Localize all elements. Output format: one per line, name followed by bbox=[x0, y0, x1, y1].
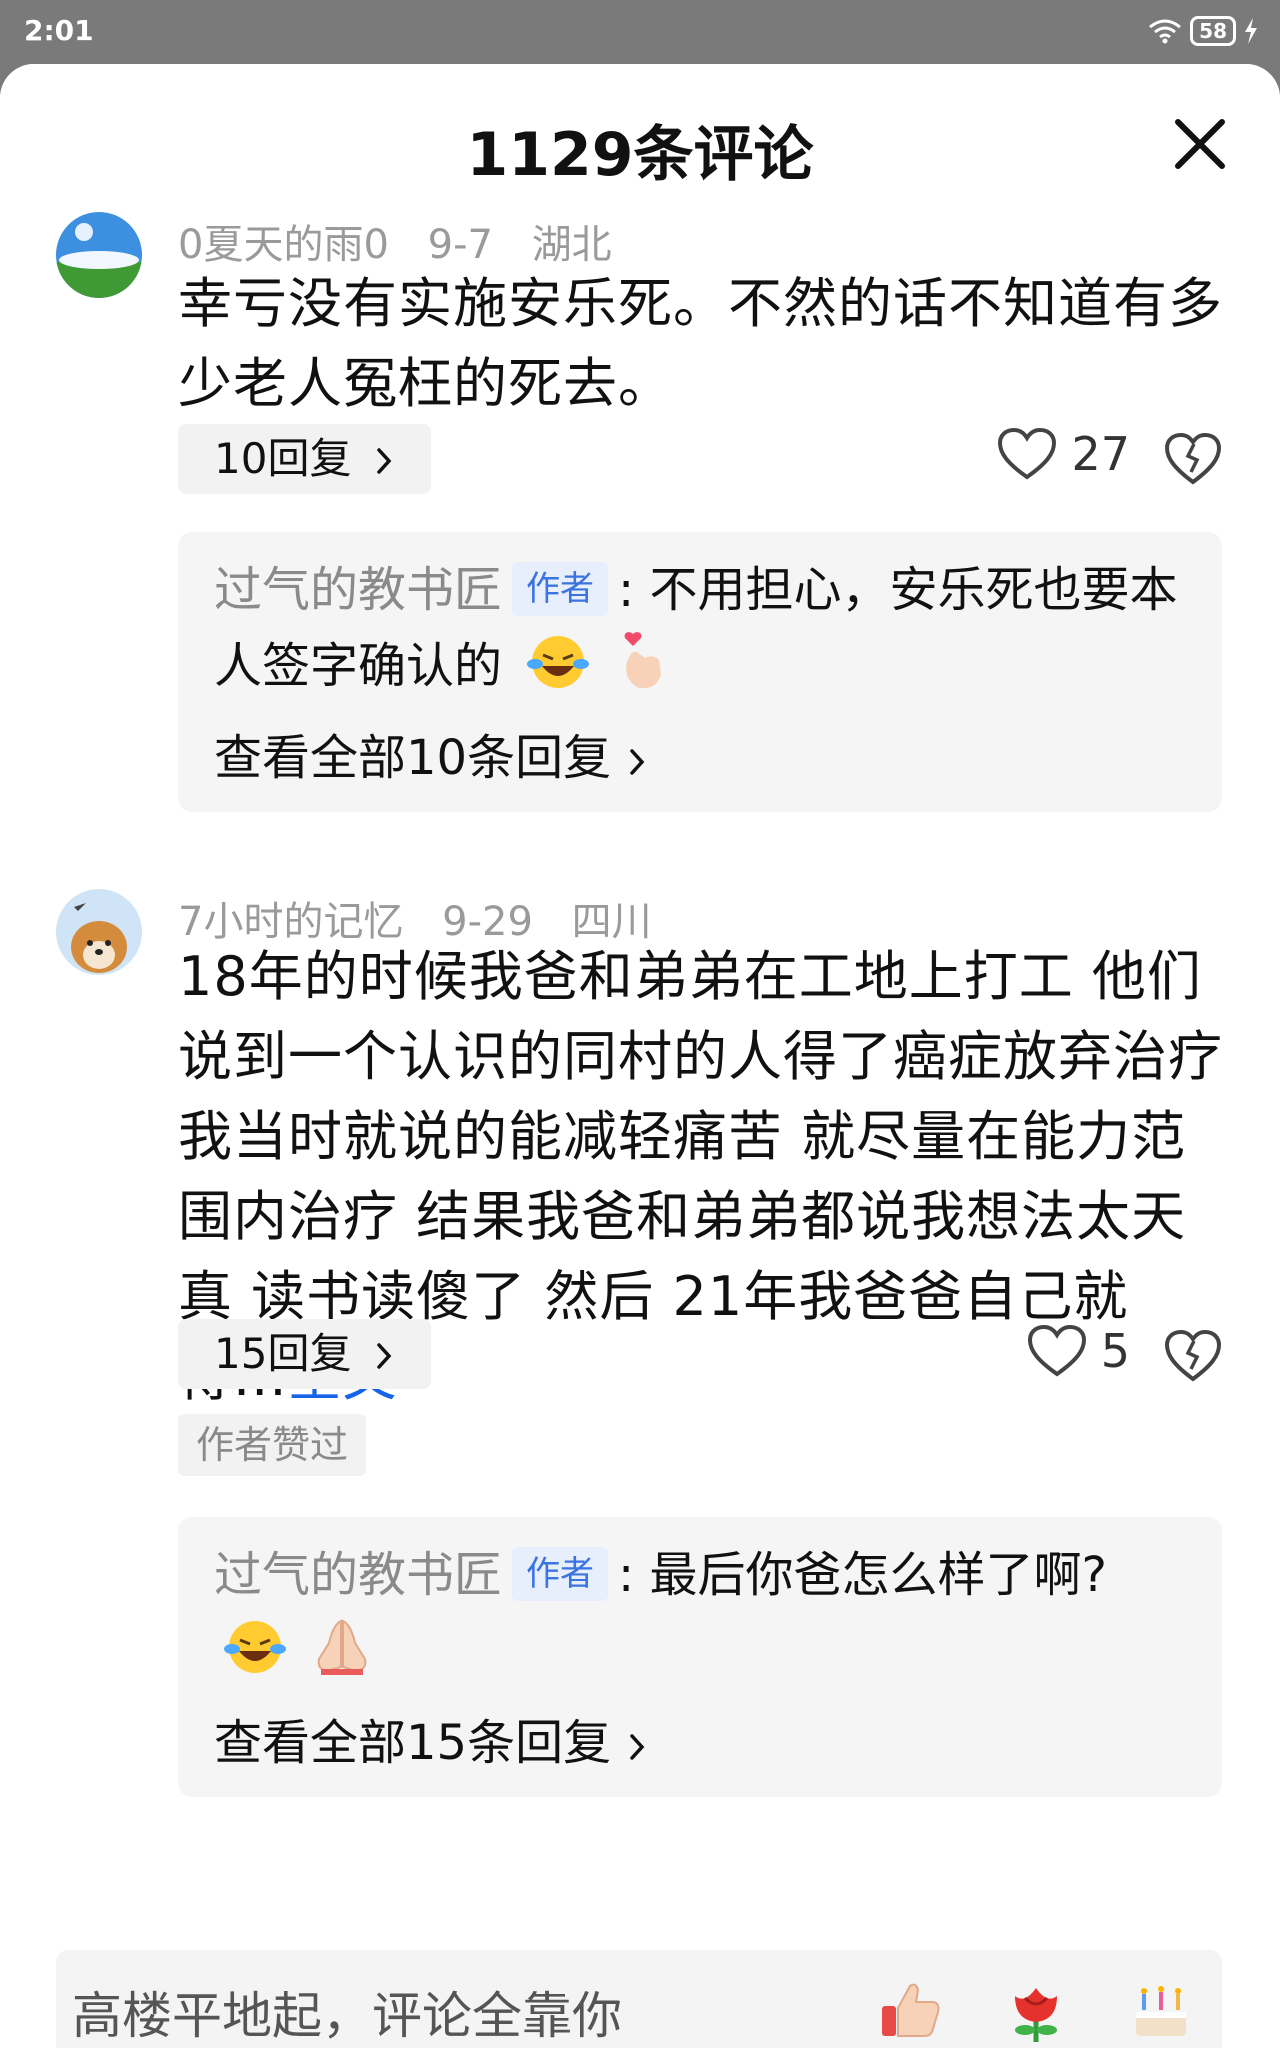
input-placeholder: 高楼平地起，评论全靠你 bbox=[72, 1987, 622, 2045]
chevron-right-icon bbox=[630, 1734, 645, 1760]
laughing-crying-emoji-icon bbox=[527, 636, 590, 688]
avatar-image bbox=[56, 212, 142, 298]
replies-button[interactable]: 15回复 bbox=[178, 1319, 431, 1389]
author-reply-box[interactable]: 过气的教书匠 作者: 最后你爸怎么样了啊? 查看全部15条回复 bbox=[178, 1517, 1222, 1797]
cake-icon[interactable] bbox=[1126, 1974, 1196, 2044]
author-liked-badge: 作者赞过 bbox=[178, 1414, 367, 1476]
broken-heart-icon[interactable] bbox=[1164, 430, 1222, 488]
author-badge: 作者 bbox=[512, 1547, 609, 1601]
reply-text: 最后你爸怎么样了啊? bbox=[649, 1547, 1107, 1603]
charging-icon bbox=[1245, 18, 1257, 44]
status-bar: 2:01 58 bbox=[0, 0, 1280, 64]
page-title: 1129条评论 bbox=[466, 120, 814, 190]
like-button[interactable]: 27 bbox=[997, 427, 1130, 481]
comment-location: 湖北 bbox=[531, 222, 612, 268]
avatar[interactable] bbox=[56, 212, 142, 298]
status-time: 2:01 bbox=[24, 14, 94, 47]
view-all-replies[interactable]: 查看全部10条回复 bbox=[214, 718, 648, 788]
broken-heart-icon[interactable] bbox=[1164, 1327, 1222, 1385]
status-icons: 58 bbox=[1148, 14, 1258, 48]
battery-indicator: 58 bbox=[1190, 16, 1236, 46]
view-all-label: 查看全部15条回复 bbox=[214, 1715, 612, 1771]
author-reply: 过气的教书匠 作者: 最后你爸怎么样了啊? bbox=[214, 1537, 1194, 1689]
thumbs-up-icon[interactable] bbox=[876, 1974, 946, 2044]
view-all-label: 查看全部10条回复 bbox=[214, 730, 612, 786]
avatar-image bbox=[56, 889, 142, 975]
rose-icon[interactable] bbox=[1001, 1974, 1071, 2044]
laughing-crying-emoji-icon bbox=[224, 1621, 286, 1673]
close-icon[interactable] bbox=[1170, 114, 1230, 174]
avatar[interactable] bbox=[56, 889, 142, 975]
chevron-right-icon bbox=[630, 749, 645, 775]
like-count: 27 bbox=[1071, 427, 1130, 481]
like-button[interactable]: 5 bbox=[1027, 1324, 1130, 1378]
sheet-header: 1129条评论 bbox=[0, 64, 1280, 204]
comment-meta: 0夏天的雨0 9-7 湖北 bbox=[178, 212, 638, 270]
replies-button[interactable]: 10回复 bbox=[178, 424, 431, 494]
reply-username[interactable]: 过气的教书匠 bbox=[214, 1547, 502, 1603]
chevron-right-icon bbox=[377, 448, 392, 474]
author-badge: 作者 bbox=[512, 562, 609, 616]
comment-date: 9-7 bbox=[427, 222, 493, 268]
comment-list[interactable]: 0夏天的雨0 9-7 湖北 幸亏没有实施安乐死。不然的话不知道有多少老人冤枉的死… bbox=[0, 204, 1280, 1944]
praying-hands-emoji-icon bbox=[317, 1619, 367, 1675]
chevron-right-icon bbox=[377, 1343, 392, 1369]
replies-label: 15回复 bbox=[214, 1329, 352, 1378]
wifi-icon bbox=[1149, 19, 1182, 44]
replies-label: 10回复 bbox=[214, 434, 352, 483]
author-reply-box[interactable]: 过气的教书匠 作者: 不用担心，安乐死也要本人签字确认的 查看全部10条回复 bbox=[178, 532, 1222, 812]
comment-input-bar: 高楼平地起，评论全靠你 bbox=[0, 1944, 1280, 2048]
view-all-replies[interactable]: 查看全部15条回复 bbox=[214, 1703, 648, 1773]
reply-username[interactable]: 过气的教书匠 bbox=[214, 562, 502, 618]
comment-input[interactable]: 高楼平地起，评论全靠你 bbox=[56, 1950, 1222, 2048]
heart-icon bbox=[1027, 1324, 1086, 1377]
like-count: 5 bbox=[1100, 1324, 1130, 1378]
comment-username[interactable]: 0夏天的雨0 bbox=[178, 222, 389, 268]
finger-heart-emoji-icon bbox=[624, 632, 661, 689]
comments-sheet: 1129条评论 0夏天的雨0 9-7 湖北 幸亏没有实施安乐死。不然的话不知道有… bbox=[0, 64, 1280, 2048]
heart-icon bbox=[998, 427, 1057, 480]
author-reply: 过气的教书匠 作者: 不用担心，安乐死也要本人签字确认的 bbox=[214, 562, 1178, 694]
comment-text: 幸亏没有实施安乐死。不然的话不知道有多少老人冤枉的死去。 bbox=[178, 272, 1223, 415]
